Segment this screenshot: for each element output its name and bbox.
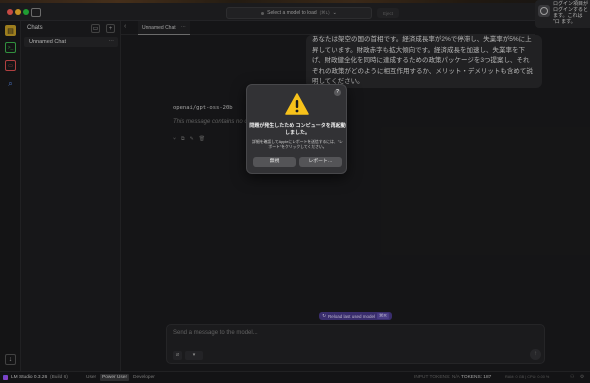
crash-alert-dialog: ? 問題が発生したため コンピュータを再起動しました。 詳細を確認してApple…	[246, 84, 347, 174]
modal-overlay	[0, 0, 590, 383]
ignore-button[interactable]: 無視	[253, 157, 296, 167]
report-button[interactable]: レポート…	[299, 157, 342, 167]
alert-title: 問題が発生したため コンピュータを再起動しました。	[249, 123, 346, 136]
help-icon[interactable]: ?	[334, 89, 341, 96]
warning-icon	[285, 93, 309, 115]
alert-body: 詳細を確認してAppleにレポートを送信するには、"レポート"をクリックしてくだ…	[252, 140, 343, 149]
